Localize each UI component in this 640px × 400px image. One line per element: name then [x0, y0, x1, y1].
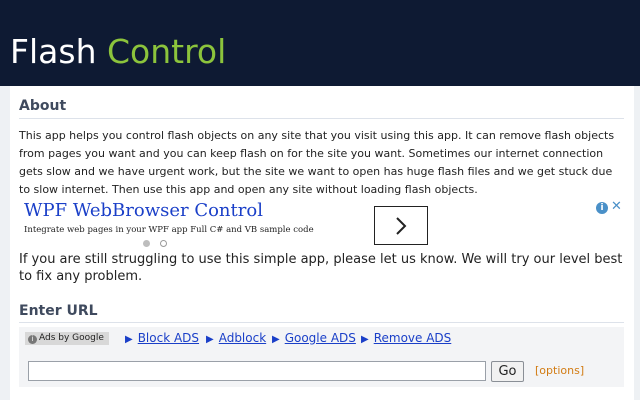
- link-google-ads[interactable]: ▶ Google ADS: [272, 331, 356, 345]
- ad-title[interactable]: WPF WebBrowser Control: [24, 200, 263, 221]
- carousel-dot-active[interactable]: [143, 240, 150, 247]
- about-divider: [19, 118, 624, 119]
- app-title: Flash Control: [10, 31, 226, 73]
- app-title-word-1: Flash: [10, 32, 97, 71]
- adchoices-icon: i: [28, 335, 37, 344]
- carousel-dot-inactive[interactable]: [160, 240, 167, 247]
- ads-by-google-label: Ads by Google: [39, 333, 104, 343]
- link-adblock[interactable]: ▶ Adblock: [206, 331, 266, 345]
- ad-close-icon[interactable]: ✕: [611, 200, 622, 214]
- options-link-wrapper[interactable]: [options]: [535, 364, 584, 377]
- about-text: This app helps you control flash objects…: [19, 129, 615, 196]
- ads-by-google-badge[interactable]: i Ads by Google: [25, 332, 109, 345]
- support-text: If you are still struggling to use this …: [19, 252, 623, 284]
- left-margin: [0, 86, 10, 400]
- app-title-word-2: Control: [106, 32, 227, 71]
- enter-url-divider: [19, 322, 624, 323]
- about-heading: About: [19, 98, 67, 114]
- triangle-right-icon: ▶: [272, 334, 280, 345]
- go-button[interactable]: Go: [491, 361, 524, 382]
- options-link[interactable]: options: [539, 364, 580, 377]
- ad-subtitle[interactable]: Integrate web pages in your WPF app Full…: [24, 225, 314, 235]
- triangle-right-icon: ▶: [206, 334, 214, 345]
- link-block-ads[interactable]: ▶ Block ADS: [125, 331, 199, 345]
- ad-info-icon[interactable]: i: [596, 202, 608, 214]
- url-input[interactable]: [28, 361, 486, 381]
- right-margin: [634, 86, 640, 400]
- link-remove-ads[interactable]: ▶ Remove ADS: [361, 331, 451, 345]
- chevron-right-icon[interactable]: [374, 206, 428, 245]
- triangle-right-icon: ▶: [361, 334, 369, 345]
- enter-url-heading: Enter URL: [19, 303, 98, 319]
- triangle-right-icon: ▶: [125, 334, 133, 345]
